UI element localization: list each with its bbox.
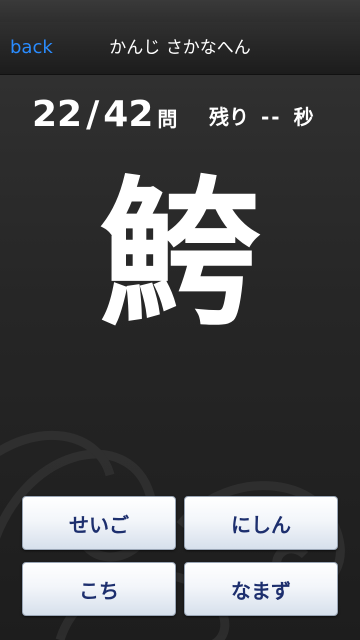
- question-unit: 問: [157, 107, 178, 131]
- answer-button-3[interactable]: こち: [22, 562, 176, 616]
- total-question-number: 42: [103, 94, 154, 135]
- current-question-number: 22: [32, 94, 83, 135]
- question-counter: 22/42 問: [32, 93, 177, 137]
- page-title: かんじ さかなへん: [109, 38, 251, 58]
- answer-button-2[interactable]: にしん: [184, 496, 338, 550]
- status-bar: [0, 0, 360, 22]
- answer-button-1[interactable]: せいご: [22, 496, 176, 550]
- remaining-value: --: [261, 105, 282, 129]
- question-kanji: 鮬: [99, 161, 260, 348]
- counter-separator: /: [86, 94, 100, 135]
- navigation-bar: back かんじ さかなへん: [0, 22, 360, 75]
- quiz-area: 22/42 問 残り -- 秒 鮬 せいご にしん こち なまず: [0, 75, 360, 640]
- remaining-label: 残り: [209, 105, 249, 129]
- answer-button-4[interactable]: なまず: [184, 562, 338, 616]
- seconds-unit: 秒: [293, 105, 314, 129]
- back-button[interactable]: back: [10, 36, 53, 60]
- time-remaining: 残り -- 秒: [209, 103, 314, 131]
